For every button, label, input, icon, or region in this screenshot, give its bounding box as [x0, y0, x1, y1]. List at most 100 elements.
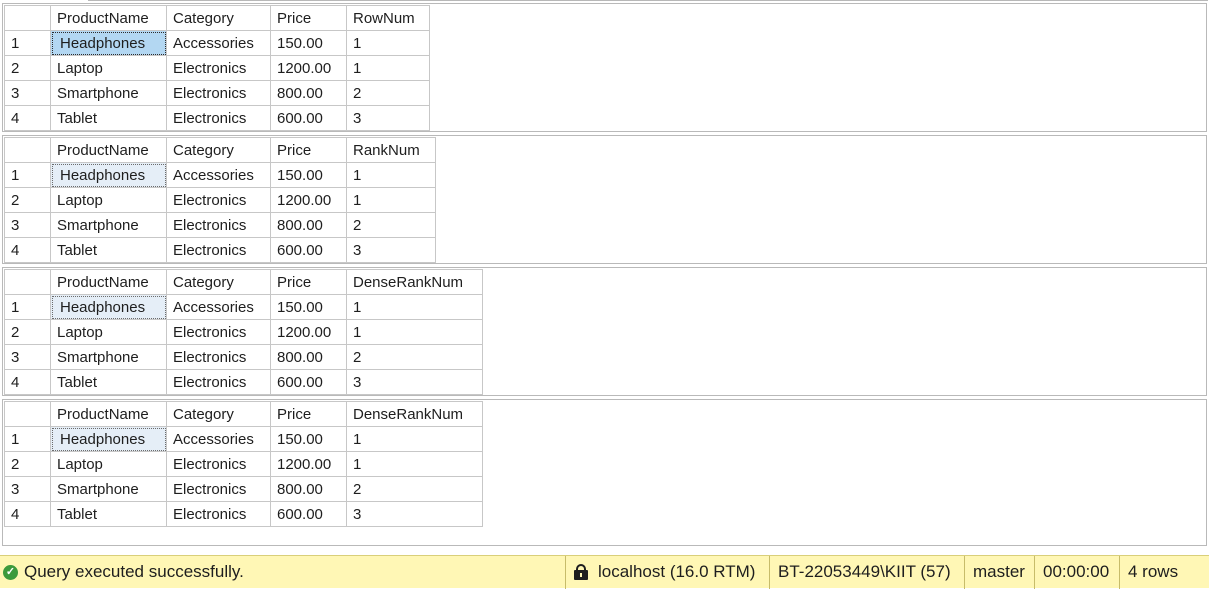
grid-corner[interactable]	[4, 269, 51, 295]
grid-cell[interactable]: Tablet	[50, 105, 167, 131]
grid-cell[interactable]: Electronics	[166, 319, 271, 345]
grid-cell[interactable]: 3	[346, 501, 483, 527]
grid-cell[interactable]: 2	[346, 212, 436, 238]
row-number[interactable]: 4	[4, 105, 51, 131]
grid-cell[interactable]: Electronics	[166, 501, 271, 527]
table-row[interactable]: 2 Laptop Electronics 1200.00 1	[4, 187, 436, 213]
grid-cell[interactable]: Electronics	[166, 105, 271, 131]
grid-cell[interactable]: Electronics	[166, 369, 271, 395]
grid-cell[interactable]: 150.00	[270, 294, 347, 320]
row-number[interactable]: 2	[4, 451, 51, 477]
row-number[interactable]: 1	[4, 30, 51, 56]
grid-cell[interactable]: Laptop	[50, 451, 167, 477]
grid-cell[interactable]: Headphones	[50, 426, 167, 452]
table-row[interactable]: 2 Laptop Electronics 1200.00 1	[4, 55, 430, 81]
table-row[interactable]: 4 Tablet Electronics 600.00 3	[4, 237, 436, 263]
grid-cell[interactable]: Electronics	[166, 80, 271, 106]
table-row[interactable]: 1 Headphones Accessories 150.00 1	[4, 30, 430, 56]
grid-corner[interactable]	[4, 137, 51, 163]
table-row[interactable]: 3 Smartphone Electronics 800.00 2	[4, 212, 436, 238]
grid-cell[interactable]: 2	[346, 476, 483, 502]
grid-cell[interactable]: Headphones	[50, 30, 167, 56]
row-number[interactable]: 2	[4, 187, 51, 213]
row-number[interactable]: 4	[4, 501, 51, 527]
grid-cell[interactable]: Electronics	[166, 55, 271, 81]
column-header[interactable]: ProductName	[50, 401, 167, 427]
grid-cell[interactable]: 600.00	[270, 501, 347, 527]
table-row[interactable]: 1 Headphones Accessories 150.00 1	[4, 162, 436, 188]
table-row[interactable]: 3 Smartphone Electronics 800.00 2	[4, 476, 483, 502]
grid-cell[interactable]: 3	[346, 105, 430, 131]
result-grid-1[interactable]: ProductName Category Price RowNum 1 Head…	[2, 3, 1207, 132]
column-header[interactable]: ProductName	[50, 5, 167, 31]
column-header[interactable]: Price	[270, 5, 347, 31]
table-row[interactable]: 2 Laptop Electronics 1200.00 1	[4, 451, 483, 477]
table-row[interactable]: 1 Headphones Accessories 150.00 1	[4, 294, 483, 320]
grid-cell[interactable]: 1	[346, 426, 483, 452]
row-number[interactable]: 3	[4, 476, 51, 502]
grid-cell[interactable]: Electronics	[166, 344, 271, 370]
grid-cell[interactable]: 1	[346, 319, 483, 345]
grid-cell[interactable]: Electronics	[166, 237, 271, 263]
grid-cell[interactable]: Headphones	[50, 162, 167, 188]
grid-cell[interactable]: Laptop	[50, 55, 167, 81]
table-row[interactable]: 4 Tablet Electronics 600.00 3	[4, 501, 483, 527]
table-row[interactable]: 1 Headphones Accessories 150.00 1	[4, 426, 483, 452]
column-header[interactable]: RankNum	[346, 137, 436, 163]
grid-cell[interactable]: Smartphone	[50, 476, 167, 502]
grid-cell[interactable]: 800.00	[270, 344, 347, 370]
grid-cell[interactable]: 1	[346, 55, 430, 81]
row-number[interactable]: 1	[4, 162, 51, 188]
table-row[interactable]: 3 Smartphone Electronics 800.00 2	[4, 344, 483, 370]
grid-cell[interactable]: 1200.00	[270, 319, 347, 345]
grid-cell[interactable]: 3	[346, 369, 483, 395]
grid-cell[interactable]: 600.00	[270, 237, 347, 263]
row-number[interactable]: 3	[4, 344, 51, 370]
grid-cell[interactable]: Smartphone	[50, 344, 167, 370]
row-number[interactable]: 4	[4, 369, 51, 395]
column-header[interactable]: ProductName	[50, 269, 167, 295]
grid-cell[interactable]: 600.00	[270, 369, 347, 395]
grid-cell[interactable]: 1	[346, 162, 436, 188]
grid-cell[interactable]: 3	[346, 237, 436, 263]
table-row[interactable]: 2 Laptop Electronics 1200.00 1	[4, 319, 483, 345]
grid-cell[interactable]: 150.00	[270, 162, 347, 188]
grid-cell[interactable]: Accessories	[166, 426, 271, 452]
row-number[interactable]: 1	[4, 426, 51, 452]
table-row[interactable]: 3 Smartphone Electronics 800.00 2	[4, 80, 430, 106]
grid-cell[interactable]: Accessories	[166, 30, 271, 56]
column-header[interactable]: Category	[166, 401, 271, 427]
column-header[interactable]: ProductName	[50, 137, 167, 163]
grid-cell[interactable]: Electronics	[166, 476, 271, 502]
row-number[interactable]: 2	[4, 55, 51, 81]
result-grid-4[interactable]: ProductName Category Price DenseRankNum …	[2, 399, 1207, 546]
grid-cell[interactable]: Electronics	[166, 187, 271, 213]
grid-cell[interactable]: 2	[346, 344, 483, 370]
grid-cell[interactable]: Laptop	[50, 187, 167, 213]
grid-cell[interactable]: 1200.00	[270, 451, 347, 477]
grid-cell[interactable]: Smartphone	[50, 80, 167, 106]
column-header[interactable]: RowNum	[346, 5, 430, 31]
grid-cell[interactable]: 1200.00	[270, 187, 347, 213]
grid-cell[interactable]: Electronics	[166, 451, 271, 477]
grid-cell[interactable]: Laptop	[50, 319, 167, 345]
grid-cell[interactable]: 800.00	[270, 476, 347, 502]
column-header[interactable]: Price	[270, 137, 347, 163]
grid-cell[interactable]: Tablet	[50, 237, 167, 263]
column-header[interactable]: Price	[270, 269, 347, 295]
table-row[interactable]: 4 Tablet Electronics 600.00 3	[4, 369, 483, 395]
grid-cell[interactable]: 150.00	[270, 30, 347, 56]
column-header[interactable]: DenseRankNum	[346, 401, 483, 427]
row-number[interactable]: 3	[4, 80, 51, 106]
row-number[interactable]: 1	[4, 294, 51, 320]
grid-cell[interactable]: 800.00	[270, 212, 347, 238]
grid-corner[interactable]	[4, 401, 51, 427]
grid-cell[interactable]: 150.00	[270, 426, 347, 452]
column-header[interactable]: DenseRankNum	[346, 269, 483, 295]
result-grid-3[interactable]: ProductName Category Price DenseRankNum …	[2, 267, 1207, 396]
row-number[interactable]: 2	[4, 319, 51, 345]
grid-cell[interactable]: 1	[346, 187, 436, 213]
result-grid-2[interactable]: ProductName Category Price RankNum 1 Hea…	[2, 135, 1207, 264]
grid-cell[interactable]: 1200.00	[270, 55, 347, 81]
row-number[interactable]: 4	[4, 237, 51, 263]
